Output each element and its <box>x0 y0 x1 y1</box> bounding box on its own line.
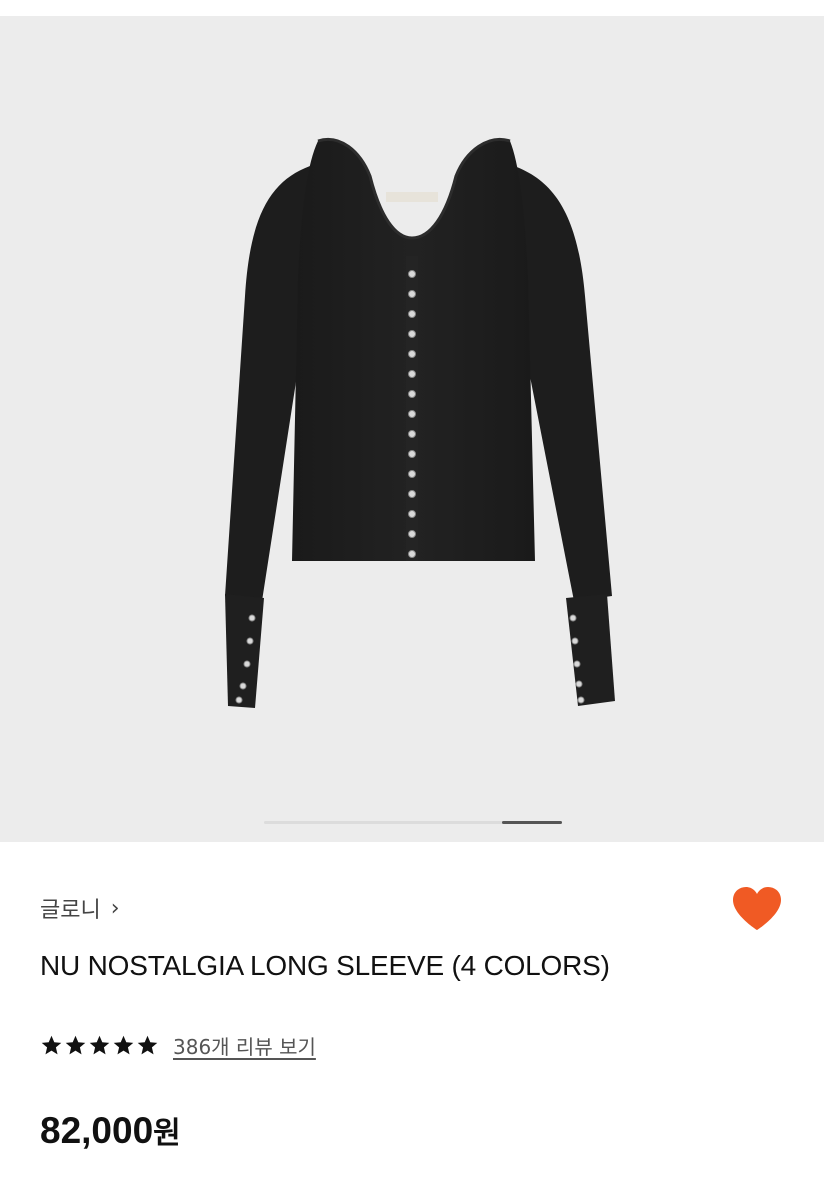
price-value: 82,000 <box>40 1110 154 1151</box>
product-image <box>225 138 615 708</box>
star-icon <box>113 1035 134 1054</box>
reviews-link[interactable]: 386개 리뷰 보기 <box>173 1031 316 1060</box>
chevron-right-icon: › <box>110 895 120 921</box>
heart-icon[interactable] <box>730 884 784 934</box>
rating-stars <box>40 1034 159 1057</box>
gallery-pager-active <box>502 821 562 824</box>
gallery-pager[interactable] <box>264 821 562 824</box>
brand-name: 글로니 <box>40 898 101 923</box>
star-icon <box>65 1035 86 1054</box>
star-icon <box>89 1035 110 1054</box>
star-icon <box>41 1035 62 1054</box>
product-title: NU NOSTALGIA LONG SLEEVE (4 COLORS) <box>40 950 610 981</box>
rating-row: 386개 리뷰 보기 <box>40 1030 316 1060</box>
brand-link[interactable]: 글로니 › <box>40 893 120 924</box>
product-price: 82,000 원 <box>40 1108 181 1152</box>
price-currency: 원 <box>153 1116 181 1151</box>
product-image-gallery[interactable] <box>0 16 824 842</box>
star-icon <box>137 1035 158 1054</box>
